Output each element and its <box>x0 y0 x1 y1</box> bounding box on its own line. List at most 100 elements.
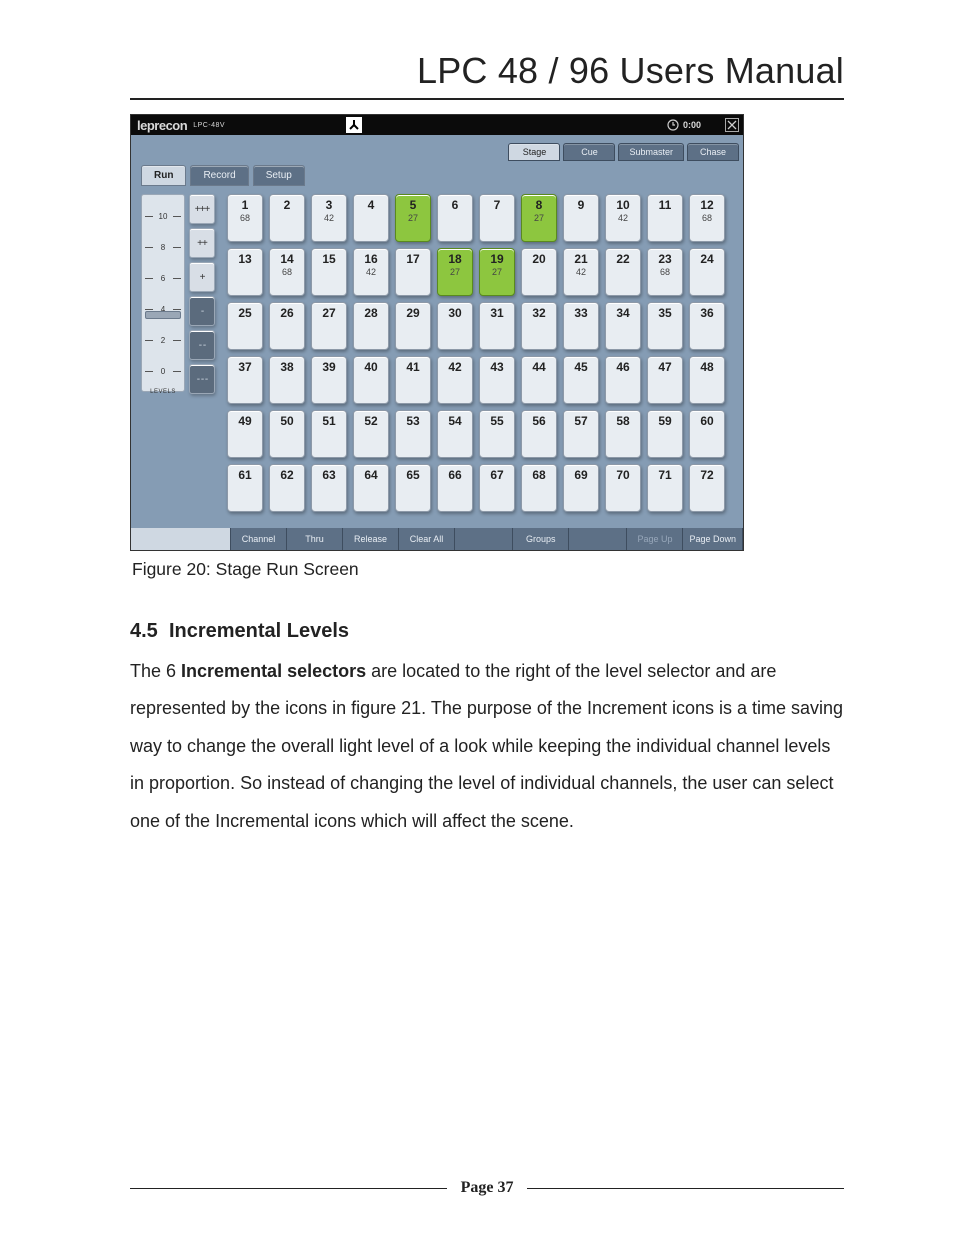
incremental-button[interactable]: + <box>189 262 215 292</box>
channel-cell[interactable]: 59 <box>647 410 683 458</box>
app-menu-icon[interactable] <box>346 117 362 133</box>
channel-cell[interactable]: 20 <box>521 248 557 296</box>
level-selector[interactable]: 1086420 LEVELS <box>141 194 185 392</box>
channel-cell[interactable]: 66 <box>437 464 473 512</box>
bottom-toolbar-gap <box>455 528 513 550</box>
channel-cell[interactable]: 11 <box>647 194 683 242</box>
channel-cell[interactable]: 61 <box>227 464 263 512</box>
channel-cell[interactable]: 70 <box>605 464 641 512</box>
channel-cell[interactable]: 55 <box>479 410 515 458</box>
channel-cell[interactable]: 38 <box>269 356 305 404</box>
channel-cell[interactable]: 36 <box>689 302 725 350</box>
channel-cell[interactable]: 1642 <box>353 248 389 296</box>
channel-cell[interactable]: 58 <box>605 410 641 458</box>
channel-cell[interactable]: 27 <box>311 302 347 350</box>
channel-cell[interactable]: 49 <box>227 410 263 458</box>
channel-cell[interactable]: 13 <box>227 248 263 296</box>
incremental-button[interactable]: - <box>189 296 215 326</box>
channel-cell[interactable]: 43 <box>479 356 515 404</box>
channel-cell[interactable]: 7 <box>479 194 515 242</box>
channel-cell[interactable]: 30 <box>437 302 473 350</box>
channel-cell[interactable]: 44 <box>521 356 557 404</box>
mode-tab-record[interactable]: Record <box>190 165 248 186</box>
channel-cell[interactable]: 1042 <box>605 194 641 242</box>
channel-cell[interactable]: 60 <box>689 410 725 458</box>
channel-cell[interactable]: 63 <box>311 464 347 512</box>
pageup-button[interactable]: Page Up <box>627 528 683 550</box>
level-handle[interactable] <box>145 311 181 319</box>
channel-cell[interactable]: 41 <box>395 356 431 404</box>
channel-number: 54 <box>448 414 461 428</box>
incremental-button[interactable]: +++ <box>189 194 215 224</box>
channel-cell[interactable]: 45 <box>563 356 599 404</box>
channel-cell[interactable]: 29 <box>395 302 431 350</box>
channel-cell[interactable]: 67 <box>479 464 515 512</box>
channel-cell[interactable]: 65 <box>395 464 431 512</box>
channel-cell[interactable]: 39 <box>311 356 347 404</box>
channel-cell[interactable]: 33 <box>563 302 599 350</box>
channel-cell[interactable]: 51 <box>311 410 347 458</box>
channel-cell[interactable]: 1827 <box>437 248 473 296</box>
channel-cell[interactable]: 46 <box>605 356 641 404</box>
channel-cell[interactable]: 9 <box>563 194 599 242</box>
channel-cell[interactable]: 2 <box>269 194 305 242</box>
channel-cell[interactable]: 52 <box>353 410 389 458</box>
channel-cell[interactable]: 54 <box>437 410 473 458</box>
channel-cell[interactable]: 47 <box>647 356 683 404</box>
channel-cell[interactable]: 24 <box>689 248 725 296</box>
channel-cell[interactable]: 26 <box>269 302 305 350</box>
channel-cell[interactable]: 1927 <box>479 248 515 296</box>
channel-cell[interactable]: 62 <box>269 464 305 512</box>
channel-cell[interactable]: 56 <box>521 410 557 458</box>
channel-cell[interactable]: 527 <box>395 194 431 242</box>
channel-cell[interactable]: 342 <box>311 194 347 242</box>
view-tab-submaster[interactable]: Submaster <box>618 143 684 161</box>
groups-button[interactable]: Groups <box>513 528 569 550</box>
channel-cell[interactable]: 34 <box>605 302 641 350</box>
release-button[interactable]: Release <box>343 528 399 550</box>
channel-cell[interactable]: 48 <box>689 356 725 404</box>
clearall-button[interactable]: Clear All <box>399 528 455 550</box>
channel-cell[interactable]: 15 <box>311 248 347 296</box>
channel-cell[interactable]: 35 <box>647 302 683 350</box>
channel-cell[interactable]: 68 <box>521 464 557 512</box>
channel-cell[interactable]: 40 <box>353 356 389 404</box>
close-button[interactable] <box>725 118 739 132</box>
channel-cell[interactable]: 4 <box>353 194 389 242</box>
mode-tab-run[interactable]: Run <box>141 165 186 186</box>
channel-cell[interactable]: 1268 <box>689 194 725 242</box>
channel-cell[interactable]: 25 <box>227 302 263 350</box>
channel-cell[interactable]: 57 <box>563 410 599 458</box>
channel-cell[interactable]: 42 <box>437 356 473 404</box>
incremental-button[interactable]: ++ <box>189 228 215 258</box>
channel-cell[interactable]: 22 <box>605 248 641 296</box>
mode-tab-setup[interactable]: Setup <box>253 165 305 186</box>
channel-number: 55 <box>490 414 503 428</box>
channel-cell[interactable]: 31 <box>479 302 515 350</box>
channel-cell[interactable]: 71 <box>647 464 683 512</box>
channel-cell[interactable]: 37 <box>227 356 263 404</box>
thru-button[interactable]: Thru <box>287 528 343 550</box>
channel-cell[interactable]: 6 <box>437 194 473 242</box>
channel-button[interactable]: Channel <box>231 528 287 550</box>
channel-cell[interactable]: 72 <box>689 464 725 512</box>
channel-cell[interactable]: 32 <box>521 302 557 350</box>
channel-cell[interactable]: 827 <box>521 194 557 242</box>
view-tab-stage[interactable]: Stage <box>508 143 560 161</box>
channel-cell[interactable]: 50 <box>269 410 305 458</box>
channel-cell[interactable]: 2142 <box>563 248 599 296</box>
channel-cell[interactable]: 1468 <box>269 248 305 296</box>
pagedown-button[interactable]: Page Down <box>683 528 743 550</box>
channel-cell[interactable]: 28 <box>353 302 389 350</box>
channel-cell[interactable]: 2368 <box>647 248 683 296</box>
channel-cell[interactable]: 17 <box>395 248 431 296</box>
view-tab-chase[interactable]: Chase <box>687 143 739 161</box>
incremental-button[interactable]: - - - <box>189 364 215 394</box>
incremental-selectors: ++++++-- -- - - <box>189 194 215 394</box>
channel-cell[interactable]: 168 <box>227 194 263 242</box>
channel-cell[interactable]: 69 <box>563 464 599 512</box>
channel-cell[interactable]: 64 <box>353 464 389 512</box>
incremental-button[interactable]: - - <box>189 330 215 360</box>
view-tab-cue[interactable]: Cue <box>563 143 615 161</box>
channel-cell[interactable]: 53 <box>395 410 431 458</box>
